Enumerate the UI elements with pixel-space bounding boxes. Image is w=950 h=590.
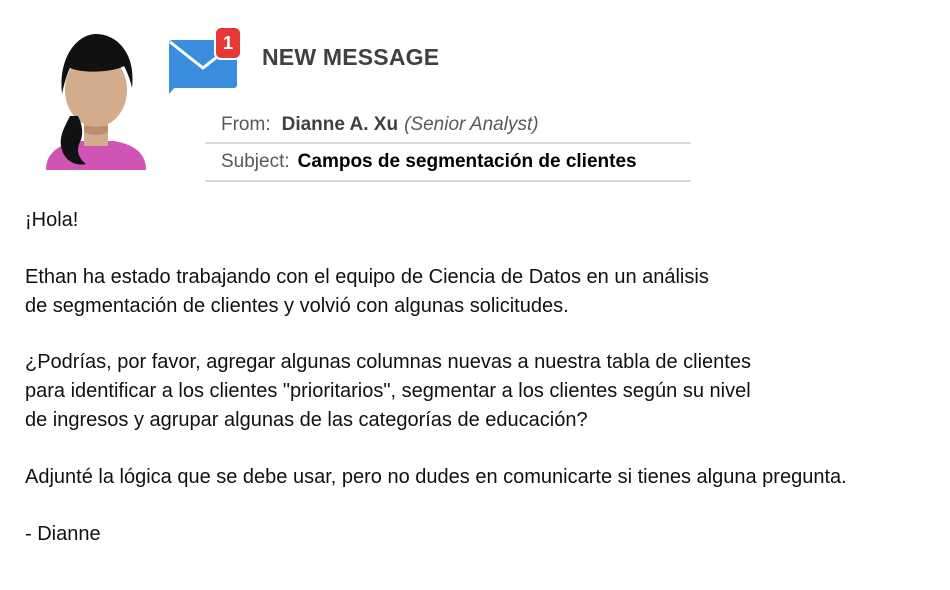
paragraph-3: Adjunté la lógica que se debe usar, pero… [25,465,847,488]
message-title: NEW MESSAGE [262,44,440,70]
sender-role: (Senior Analyst) [404,114,539,135]
signature: - Dianne [25,522,101,545]
subject-text: Campos de segmentación de clientes [297,151,637,172]
paragraph-2-line-3: de ingresos y agrupar algunas de las cat… [25,408,588,431]
paragraph-2-line-1: ¿Podrías, por favor, agregar algunas col… [25,351,751,374]
female-avatar-icon [46,34,146,170]
subject-label: Subject: [221,151,290,172]
from-row: From: Dianne A. Xu (Senior Analyst) [205,108,691,144]
notification-count: 1 [222,32,233,53]
subject-row: Subject: Campos de segmentación de clien… [205,144,691,182]
message-body: ¡Hola! Ethan ha estado trabajando con el… [25,206,935,548]
notification-badge: 1 [216,28,240,58]
avatar [40,28,152,170]
mail-notification[interactable]: 1 [166,28,244,94]
email-header: From: Dianne A. Xu (Senior Analyst) Subj… [205,108,691,182]
paragraph-1-line-1: Ethan ha estado trabajando con el equipo… [25,265,709,288]
sender-name[interactable]: Dianne A. Xu [282,114,398,136]
from-label: From: [221,114,271,135]
paragraph-1-line-2: de segmentación de clientes y volvió con… [25,294,569,317]
greeting: ¡Hola! [25,209,79,231]
paragraph-2-line-2: para identificar a los clientes "priorit… [25,380,751,403]
